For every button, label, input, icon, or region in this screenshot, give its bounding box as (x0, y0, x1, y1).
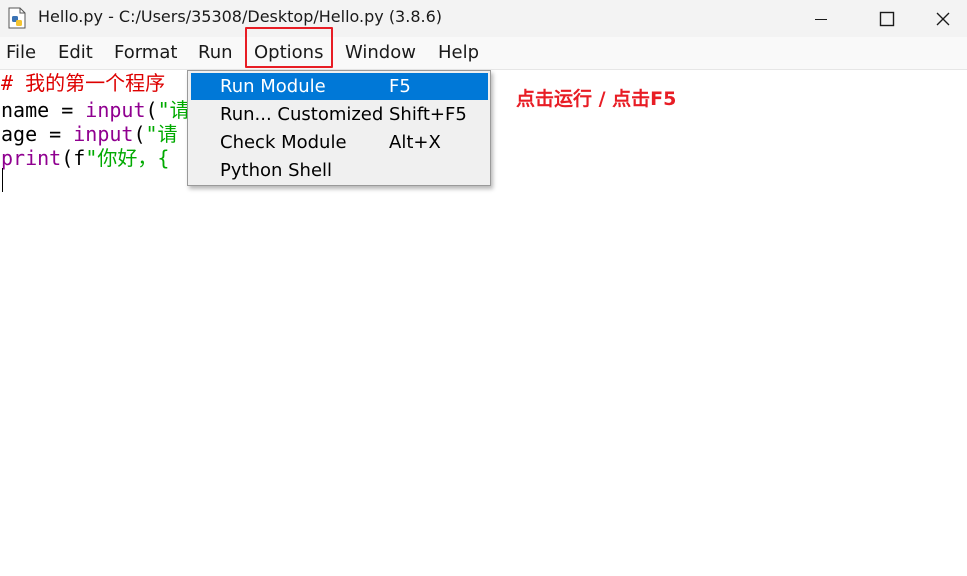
menu-bar: File Edit Format Run Options Window Help (0, 37, 967, 70)
instruction-annotation: 点击运行 / 点击F5 (516, 88, 677, 110)
maximize-button[interactable] (859, 0, 915, 37)
code-text: age = (1, 122, 74, 146)
menu-item-run-module[interactable]: Run Module F5 (191, 73, 488, 100)
code-builtin: input (73, 122, 134, 146)
python-file-icon (8, 7, 26, 29)
menu-item-label: Python Shell (220, 160, 333, 181)
menu-item-shortcut: Alt+X (389, 132, 441, 153)
code-string: "请 (145, 122, 178, 146)
title-bar: Hello.py - C:/Users/35308/Desktop/Hello.… (0, 0, 967, 37)
menu-item-label: Run Module (220, 76, 326, 97)
code-text: name = (1, 98, 86, 122)
minimize-button[interactable] (793, 0, 849, 37)
menu-format[interactable]: Format (114, 42, 177, 64)
menu-item-shortcut: F5 (389, 76, 411, 97)
menu-item-python-shell[interactable]: Python Shell (191, 157, 488, 184)
menu-item-run-customized[interactable]: Run... Customized Shift+F5 (191, 101, 488, 128)
code-line: # 我的第一个程序 (1, 71, 165, 95)
menu-help[interactable]: Help (438, 42, 479, 64)
run-menu-dropdown: Run Module F5 Run... Customized Shift+F5… (187, 70, 491, 186)
code-string: "你好，{ (85, 146, 170, 170)
menu-item-label: Run... Customized (220, 104, 384, 125)
menu-window[interactable]: Window (345, 42, 416, 64)
menu-item-check-module[interactable]: Check Module Alt+X (191, 129, 488, 156)
code-builtin: print (1, 146, 62, 170)
menu-item-shortcut: Shift+F5 (389, 104, 467, 125)
menu-file[interactable]: File (6, 42, 36, 64)
code-text: ( (145, 98, 158, 122)
minimize-icon (815, 18, 827, 20)
menu-edit[interactable]: Edit (58, 42, 93, 64)
close-icon (936, 12, 950, 25)
code-line: print(f"你好，{ (1, 146, 169, 170)
text-cursor (2, 168, 3, 192)
code-text: (f (61, 146, 86, 170)
menu-run[interactable]: Run (198, 42, 233, 64)
menu-item-label: Check Module (220, 132, 347, 153)
code-text: ( (133, 122, 146, 146)
code-string: "请 (157, 98, 190, 122)
code-builtin: input (85, 98, 146, 122)
maximize-icon (879, 11, 895, 26)
code-line: age = input("请 (1, 122, 178, 146)
options-highlight-box (245, 27, 333, 68)
window-title: Hello.py - C:/Users/35308/Desktop/Hello.… (38, 7, 443, 26)
code-comment: # 我的第一个程序 (1, 71, 166, 95)
code-line: name = input("请 (1, 98, 190, 122)
close-button[interactable] (915, 0, 967, 37)
